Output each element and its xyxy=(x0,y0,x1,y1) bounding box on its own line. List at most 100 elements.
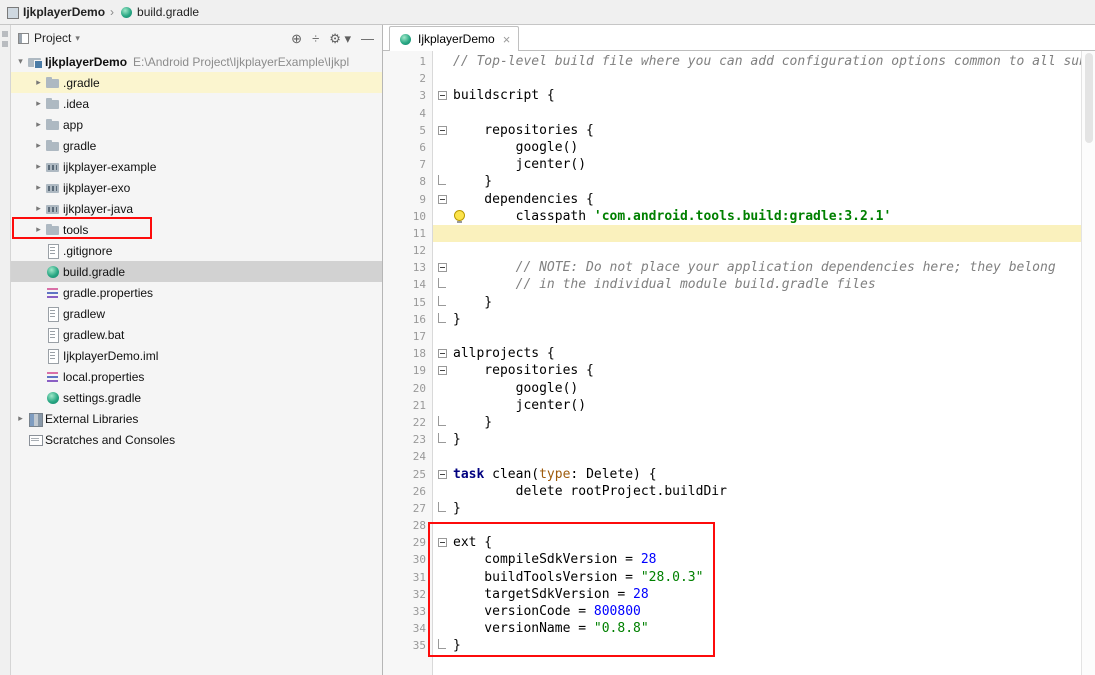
breadcrumb-project[interactable]: IjkplayerDemo xyxy=(23,5,105,19)
line-number: 33 xyxy=(412,605,426,618)
code-line-24[interactable]: 24 xyxy=(383,448,1081,465)
code-line-19[interactable]: 19 repositories { xyxy=(383,362,1081,379)
fold-start-icon[interactable] xyxy=(433,466,453,483)
code-line-7[interactable]: 7 jcenter() xyxy=(383,156,1081,173)
code-line-15[interactable]: 15 } xyxy=(383,294,1081,311)
tree-item-settings-gradle[interactable]: settings.gradle xyxy=(11,387,382,408)
tree-item-label: gradle xyxy=(63,138,97,153)
tab-ijkplayerdemo[interactable]: IjkplayerDemo × xyxy=(389,26,520,51)
code-line-25[interactable]: 25 task clean(type: Delete) { xyxy=(383,466,1081,483)
line-number: 4 xyxy=(419,106,426,120)
tree-item-gradlew-bat[interactable]: gradlew.bat xyxy=(11,324,382,345)
tree-item-build-gradle[interactable]: build.gradle xyxy=(11,261,382,282)
tree-item--gitignore[interactable]: .gitignore xyxy=(11,240,382,261)
tree-item-external-libraries[interactable]: ▸ External Libraries xyxy=(11,408,382,429)
code-line-14[interactable]: 14 // in the individual module build.gra… xyxy=(383,276,1081,293)
fold-end-icon[interactable] xyxy=(433,500,453,517)
code-line-10[interactable]: 10 classpath 'com.android.tools.build:gr… xyxy=(383,208,1081,225)
chevron-right-icon[interactable]: ▸ xyxy=(32,77,45,88)
tree-item-label: app xyxy=(63,117,84,132)
code-line-22[interactable]: 22 } xyxy=(383,414,1081,431)
code-line-18[interactable]: 18 allprojects { xyxy=(383,345,1081,362)
code-line-2[interactable]: 2 xyxy=(383,70,1081,87)
project-tree: ▾ IjkplayerDemo E:\Android Project\Ijkplay… xyxy=(11,51,382,450)
code-line-12[interactable]: 12 xyxy=(383,242,1081,259)
tree-item-gradle[interactable]: ▸ gradle xyxy=(11,135,382,156)
chevron-right-icon[interactable]: ▸ xyxy=(32,161,45,172)
fold-start-icon[interactable] xyxy=(433,122,453,139)
code-line-16[interactable]: 16} xyxy=(383,311,1081,328)
code-line-26[interactable]: 26 delete rootProject.buildDir xyxy=(383,483,1081,500)
tree-item-app[interactable]: ▸ app xyxy=(11,114,382,135)
tree-item-gradle-properties[interactable]: gradle.properties xyxy=(11,282,382,303)
locate-icon[interactable]: ⊕ xyxy=(291,32,302,45)
line-number: 24 xyxy=(412,450,426,464)
code-line-13[interactable]: 13 // NOTE: Do not place your applicatio… xyxy=(383,259,1081,276)
tree-item-label: Scratches and Consoles xyxy=(45,432,176,447)
fold-start-icon[interactable] xyxy=(433,345,453,362)
tree-item-ijkplayer-example[interactable]: ▸ ijkplayer-example xyxy=(11,156,382,177)
project-panel-header: Project ▾ ⊕ ÷ ⚙ ▾ — xyxy=(11,25,382,51)
panel-title[interactable]: Project xyxy=(34,31,71,45)
tree-item-scratches-and-consoles[interactable]: Scratches and Consoles xyxy=(11,429,382,450)
line-number: 11 xyxy=(412,226,426,240)
chevron-right-icon[interactable]: ▸ xyxy=(32,182,45,193)
code-line-3[interactable]: 3 buildscript { xyxy=(383,87,1081,104)
intention-bulb-icon[interactable] xyxy=(454,210,465,223)
chevron-right-icon[interactable]: ▸ xyxy=(32,203,45,214)
fold-end-icon[interactable] xyxy=(433,414,453,431)
tree-item-ijkplayer-exo[interactable]: ▸ ijkplayer-exo xyxy=(11,177,382,198)
tree-item--idea[interactable]: ▸ .idea xyxy=(11,93,382,114)
hide-icon[interactable]: — xyxy=(361,32,374,45)
code-line-21[interactable]: 21 jcenter() xyxy=(383,397,1081,414)
tool-window-stripe[interactable] xyxy=(0,25,11,675)
code-line-23[interactable]: 23} xyxy=(383,431,1081,448)
chevron-right-icon[interactable]: ▸ xyxy=(32,119,45,130)
code-line-27[interactable]: 27} xyxy=(383,500,1081,517)
chevron-right-icon[interactable]: ▸ xyxy=(32,140,45,151)
settings-icon[interactable]: ⚙ ▾ xyxy=(329,32,351,45)
fold-start-icon[interactable] xyxy=(433,259,453,276)
code-line-17[interactable]: 17 xyxy=(383,328,1081,345)
breadcrumb-file[interactable]: build.gradle xyxy=(137,5,199,19)
code-line-4[interactable]: 4 xyxy=(383,105,1081,122)
fold-end-icon[interactable] xyxy=(433,311,453,328)
fold-start-icon[interactable] xyxy=(433,362,453,379)
tree-item--gradle[interactable]: ▸ .gradle xyxy=(11,72,382,93)
chevron-right-icon[interactable]: ▸ xyxy=(14,413,27,424)
tree-item-local-properties[interactable]: local.properties xyxy=(11,366,382,387)
code-line-20[interactable]: 20 google() xyxy=(383,380,1081,397)
code-line-6[interactable]: 6 google() xyxy=(383,139,1081,156)
code-line-11[interactable]: 11 xyxy=(383,224,1081,243)
fold-start-icon[interactable] xyxy=(433,191,453,208)
tree-item-ijkplayerdemo[interactable]: ▾ IjkplayerDemo E:\Android Project\Ijkplay… xyxy=(11,51,382,72)
module-icon xyxy=(45,180,61,196)
annotation-box-tools xyxy=(12,217,152,239)
code-line-9[interactable]: 9 dependencies { xyxy=(383,191,1081,208)
tree-item-ijkplayer-java[interactable]: ▸ ijkplayer-java xyxy=(11,198,382,219)
chevron-down-icon[interactable]: ▾ xyxy=(75,33,80,44)
tree-item-ijkplayerdemo-iml[interactable]: IjkplayerDemo.iml xyxy=(11,345,382,366)
editor-scrollbar[interactable] xyxy=(1081,51,1095,675)
fold-start-icon[interactable] xyxy=(433,87,453,104)
tree-item-gradlew[interactable]: gradlew xyxy=(11,303,382,324)
line-number: 9 xyxy=(419,192,426,206)
code-text: repositories { xyxy=(453,122,594,138)
close-icon[interactable]: × xyxy=(503,32,511,47)
chevron-right-icon[interactable]: ▸ xyxy=(32,98,45,109)
collapse-all-icon[interactable]: ÷ xyxy=(312,32,319,45)
chevron-down-icon[interactable]: ▾ xyxy=(14,56,27,67)
fold-end-icon[interactable] xyxy=(433,173,453,190)
code-line-5[interactable]: 5 repositories { xyxy=(383,122,1081,139)
code-line-1[interactable]: 1 // Top-level build file where you can a… xyxy=(383,53,1081,70)
editor-tab-bar: IjkplayerDemo × xyxy=(383,25,1095,51)
fold-end-icon[interactable] xyxy=(433,431,453,448)
code-text: } xyxy=(453,500,461,516)
fold-end-icon[interactable] xyxy=(433,276,453,293)
code-line-8[interactable]: 8 } xyxy=(383,173,1081,190)
editor-body: 1 // Top-level build file where you can a… xyxy=(383,51,1095,675)
fold-end-icon[interactable] xyxy=(433,294,453,311)
